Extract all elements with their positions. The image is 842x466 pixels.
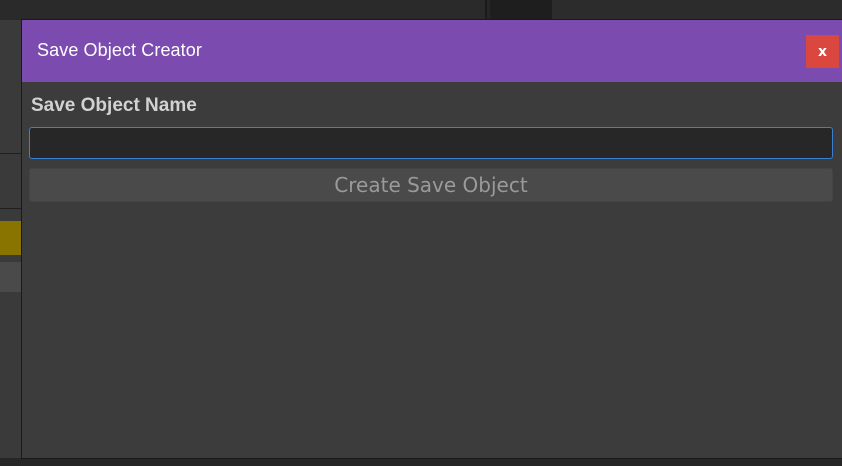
background-toolbar-right — [552, 0, 842, 20]
background-toolbar-tab — [490, 0, 552, 20]
background-toolbar-divider — [485, 0, 487, 20]
window-titlebar[interactable]: Save Object Creator x — [22, 20, 842, 82]
create-save-object-label: Create Save Object — [334, 173, 528, 197]
background-toolbar-left — [0, 0, 485, 20]
background-selected-row — [0, 221, 22, 255]
close-icon: x — [817, 43, 828, 60]
save-object-creator-window: Save Object Creator x Save Object Name C… — [22, 20, 842, 458]
window-title: Save Object Creator — [37, 40, 202, 60]
create-save-object-button[interactable]: Create Save Object — [29, 168, 833, 202]
background-panel-divider — [0, 208, 22, 209]
save-object-name-input[interactable] — [29, 127, 833, 159]
background-editor-toolbar — [0, 0, 842, 20]
background-editor-bottom — [0, 458, 842, 466]
save-object-name-label: Save Object Name — [31, 95, 197, 116]
background-panel-divider — [0, 153, 22, 154]
close-button[interactable]: x — [806, 35, 839, 68]
background-panel-row — [0, 262, 22, 292]
